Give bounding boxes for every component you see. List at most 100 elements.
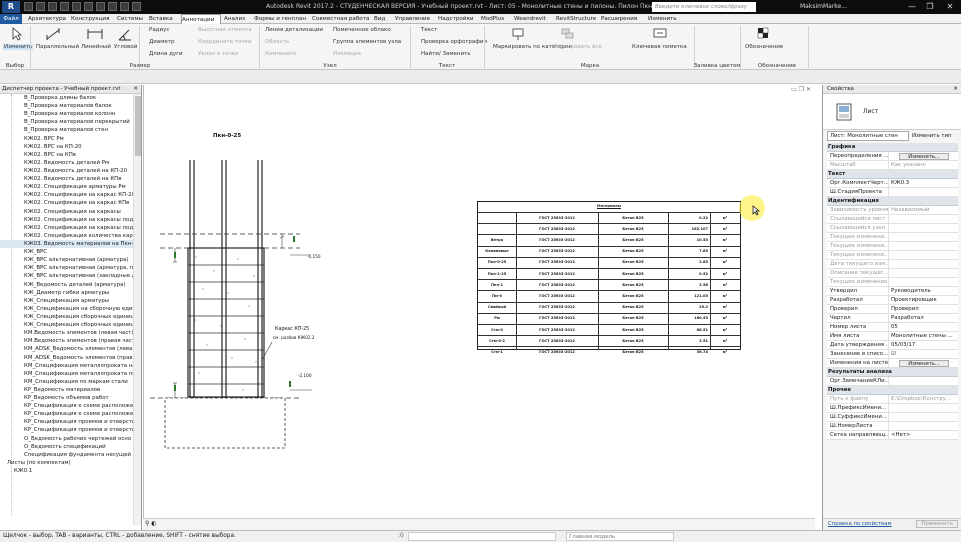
property-row[interactable]: Текущее изменение xyxy=(827,278,958,287)
tab-weandrevit[interactable]: Weandrevit xyxy=(514,14,546,24)
property-value[interactable]: Проверил xyxy=(889,305,958,313)
property-value[interactable] xyxy=(889,188,958,196)
tab-manage[interactable]: Управление xyxy=(395,14,430,24)
property-row[interactable]: Текущее изменени... xyxy=(827,251,958,260)
browser-item[interactable]: КМ.Ведомость элементов (левая част) xyxy=(0,329,134,337)
diameter-dimension-button[interactable]: Диаметр xyxy=(149,39,174,45)
design-option-select[interactable]: Главная модель xyxy=(566,532,674,541)
tab-systems[interactable]: Системы xyxy=(117,14,143,24)
find-replace-button[interactable]: Найти/ Заменить xyxy=(421,51,471,57)
browser-item[interactable]: КР_Спецификация проемов и отверсти xyxy=(0,426,134,434)
browser-item[interactable]: КР_Ведомость материалов xyxy=(0,386,134,394)
tab-modify[interactable]: Изменить xyxy=(648,14,677,24)
close-icon[interactable]: ✕ xyxy=(133,85,138,94)
browser-item[interactable]: КЖ_Спецификация на сборочную един xyxy=(0,305,134,313)
browser-item[interactable]: КЖ02. Ведомость деталей Рм xyxy=(0,159,134,167)
3d-view-icon[interactable] xyxy=(120,2,129,11)
user-name[interactable]: MaksimMarke... xyxy=(800,3,847,10)
browser-item[interactable]: КЖ02. Спецификация на каркас КП-20 xyxy=(0,191,134,199)
property-row[interactable]: Проверил Проверил xyxy=(827,305,958,314)
property-value[interactable]: Изменить... xyxy=(889,152,958,160)
property-row[interactable]: Ш.ПрефиксИмени... xyxy=(827,404,958,413)
browser-item[interactable]: КЖ_Ведомость деталей (арматура) xyxy=(0,281,134,289)
workset-select[interactable] xyxy=(408,532,556,541)
type-selector[interactable]: Лист xyxy=(823,94,961,130)
property-row[interactable]: Изменения на листе Изменить... xyxy=(827,359,958,368)
close-icon[interactable]: ✕ xyxy=(953,85,958,94)
property-row[interactable]: Занесение в списо... ☑ xyxy=(827,350,958,359)
property-row[interactable]: Ш.СуффиксИмени... xyxy=(827,413,958,422)
property-value[interactable] xyxy=(889,413,958,421)
tab-structure[interactable]: Конструкция xyxy=(71,14,109,24)
property-value[interactable]: 05/03/17 xyxy=(889,341,958,349)
browser-item[interactable]: КМ_ADSK_Ведомость элементов (левая xyxy=(0,345,134,353)
panel-tag[interactable]: Марка xyxy=(560,63,620,70)
revision-cloud-button[interactable]: Помеченное облако xyxy=(333,27,391,33)
browser-item[interactable]: КМ_Спецификация по маркам стали xyxy=(0,378,134,386)
property-row[interactable]: Переопределения ... Изменить... xyxy=(827,152,958,161)
text-button[interactable]: Текст xyxy=(421,27,437,33)
browser-item[interactable]: КЖ_ВРС альтернативная (закладные д xyxy=(0,272,134,280)
linear-dimension-button[interactable]: Линейный xyxy=(81,44,111,50)
property-category[interactable]: Графика xyxy=(827,143,958,152)
angular-dimension-icon[interactable] xyxy=(117,27,133,41)
property-value[interactable]: Руководитель xyxy=(889,287,958,295)
open-icon[interactable] xyxy=(24,2,33,11)
browser-item[interactable]: КР_Спецификация проемов и отверсти xyxy=(0,418,134,426)
browser-item[interactable]: КМ_ADSK_Ведомость элементов (прав xyxy=(0,354,134,362)
property-row[interactable]: Ссылающийся лист xyxy=(827,215,958,224)
browser-scrollbar[interactable] xyxy=(133,94,141,525)
browser-item[interactable]: КЖ02. Спецификация на каркас КПв xyxy=(0,199,134,207)
tab-analyze[interactable]: Анализ xyxy=(224,14,245,24)
property-row[interactable]: Ссылающийся узел xyxy=(827,224,958,233)
browser-item[interactable]: КЖ02. Ведомость деталей на КПв xyxy=(0,175,134,183)
browser-item[interactable]: КЖ_Спецификация арматуры xyxy=(0,297,134,305)
property-row[interactable]: Орг.КомплектЧерт... КЖ0.3 xyxy=(827,179,958,188)
edit-button[interactable]: Изменить... xyxy=(899,153,949,160)
undo-icon[interactable] xyxy=(60,2,69,11)
sync-icon[interactable] xyxy=(48,2,57,11)
detail-group-button[interactable]: Группа элементов узла xyxy=(333,39,401,45)
browser-item[interactable]: КР_Спецификация к схеме расположен xyxy=(0,410,134,418)
edit-type-button[interactable]: Изменить тип xyxy=(912,131,958,141)
browser-item[interactable]: КЖ03. Ведомость материалов на Пкн-0 xyxy=(0,239,134,249)
scroll-thumb[interactable] xyxy=(135,96,141,156)
property-row[interactable]: Сетка направляющ... <Нет> xyxy=(827,431,958,440)
search-input[interactable]: Введите ключевое слово/фразу xyxy=(652,2,756,12)
panel-text[interactable]: Текст xyxy=(417,63,477,70)
property-row[interactable]: Имя листа Монолитные стены ... xyxy=(827,332,958,341)
component-button[interactable]: Компонент xyxy=(265,51,297,57)
property-row[interactable]: Путь к файлу E:\Dropbox\Констру... xyxy=(827,395,958,404)
property-value[interactable]: ☑ xyxy=(889,350,958,358)
property-value[interactable] xyxy=(889,422,958,430)
spot-slope-button[interactable]: Уклон в точке xyxy=(198,51,238,57)
browser-item[interactable]: В_Проверка материалов колонн xyxy=(0,110,134,118)
browser-item[interactable]: О_Ведомость рабочих чертежей осно xyxy=(0,435,134,443)
radial-dimension-button[interactable]: Радиус xyxy=(149,27,169,33)
browser-item[interactable]: КР_Ведомость объемов работ xyxy=(0,394,134,402)
browser-item[interactable]: КЖ02. Ведомость деталей на КП-20 xyxy=(0,167,134,175)
panel-select[interactable]: Выбор xyxy=(0,63,30,70)
spot-elevation-button[interactable]: Высотная отметка xyxy=(198,27,252,33)
spot-coordinate-button[interactable]: Координата точки xyxy=(198,39,252,45)
modify-button[interactable]: Изменить xyxy=(3,44,34,50)
browser-item[interactable]: КЖ02. Спецификация на каркасы под к xyxy=(0,224,134,232)
browser-item[interactable]: КЖ_ВРС альтернативная (арматура) xyxy=(0,256,134,264)
browser-item[interactable]: КЖ02. ВРС на КПв xyxy=(0,151,134,159)
arc-length-dimension-button[interactable]: Длина дуги xyxy=(149,51,183,57)
redo-icon[interactable] xyxy=(72,2,81,11)
properties-help-link[interactable]: Справка по свойствам xyxy=(828,521,892,527)
save-icon[interactable] xyxy=(36,2,45,11)
property-row[interactable]: Описание текущег... xyxy=(827,269,958,278)
tab-insert[interactable]: Вставка xyxy=(149,14,173,24)
tab-revitstructure[interactable]: RevitStructure xyxy=(556,14,596,24)
browser-item[interactable]: В_Проверка материалов стен xyxy=(0,126,134,134)
tab-architecture[interactable]: Архитектура xyxy=(28,14,66,24)
symbol-icon[interactable] xyxy=(755,27,771,41)
text-icon[interactable] xyxy=(108,2,117,11)
spelling-button[interactable]: Проверка орфографии xyxy=(421,39,487,45)
apply-button[interactable]: Применить xyxy=(916,520,958,528)
browser-item[interactable]: КР_Спецификация к схеме расположен xyxy=(0,402,134,410)
property-value[interactable]: Изменить... xyxy=(889,359,958,367)
browser-item[interactable]: КЖ02. ВРС на КП-20 xyxy=(0,143,134,151)
